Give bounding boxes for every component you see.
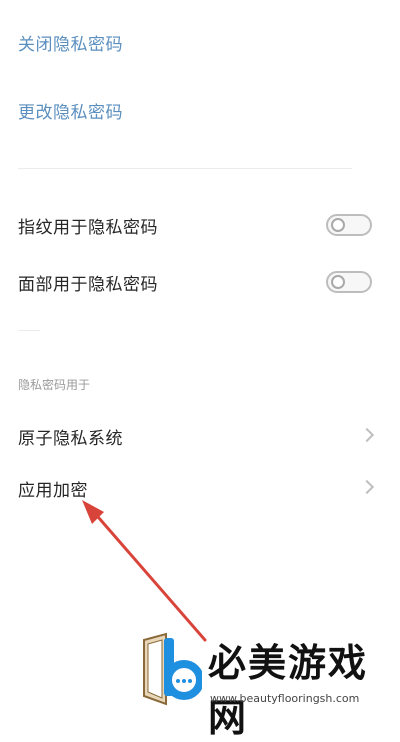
- annotation-arrow-icon: [82, 500, 207, 642]
- watermark: 必美游戏网 www.beautyflooringsh.com: [0, 628, 400, 740]
- watermark-url: www.beautyflooringsh.com: [210, 692, 360, 705]
- watermark-title: 必美游戏网: [208, 640, 369, 740]
- site-logo-icon: [143, 632, 202, 706]
